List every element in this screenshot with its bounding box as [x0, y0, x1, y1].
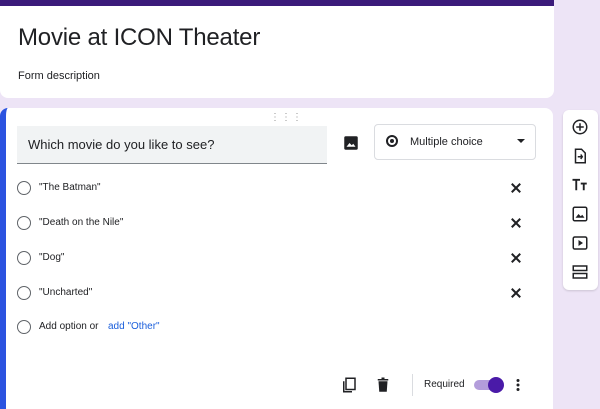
add-video-icon[interactable] [571, 234, 589, 252]
required-label: Required [424, 379, 465, 390]
question-title-field[interactable]: Which movie do you like to see? [17, 126, 327, 164]
question-type-select[interactable]: Multiple choice [374, 124, 536, 160]
radio-icon [17, 181, 31, 195]
close-icon[interactable] [508, 215, 524, 231]
side-toolbar [563, 110, 598, 290]
footer-divider [412, 374, 413, 396]
chevron-down-icon [517, 139, 525, 143]
radio-icon [17, 216, 31, 230]
question-title[interactable]: Which movie do you like to see? [28, 137, 214, 152]
copy-icon[interactable] [340, 376, 358, 394]
form-description[interactable]: Form description [18, 70, 100, 82]
option-label[interactable]: "Uncharted" [39, 287, 92, 298]
add-option-button[interactable]: Add option [39, 321, 87, 332]
more-vert-icon[interactable] [512, 376, 524, 394]
option-row: "Uncharted" [17, 283, 527, 305]
option-label[interactable]: "The Batman" [39, 182, 101, 193]
radio-icon [17, 286, 31, 300]
add-title-icon[interactable] [571, 176, 589, 194]
toggle-thumb [488, 377, 504, 393]
or-label: or [89, 321, 99, 332]
drag-handle-icon[interactable]: ⋮⋮⋮ [270, 112, 303, 123]
option-row: "The Batman" [17, 178, 527, 200]
import-questions-icon[interactable] [571, 147, 589, 165]
close-icon[interactable] [508, 250, 524, 266]
option-row: "Dog" [17, 248, 527, 270]
required-toggle[interactable] [474, 377, 504, 393]
question-type-label: Multiple choice [410, 136, 483, 148]
form-title-card[interactable]: Movie at ICON Theater Form description [0, 0, 554, 98]
add-question-icon[interactable] [571, 118, 589, 136]
option-label[interactable]: "Death on the Nile" [39, 217, 123, 228]
close-icon[interactable] [508, 180, 524, 196]
form-title[interactable]: Movie at ICON Theater [18, 24, 260, 52]
image-icon[interactable] [342, 134, 360, 152]
add-option-row: Add option or add "Other" [17, 317, 527, 339]
radio-button-icon [386, 135, 398, 147]
add-section-icon[interactable] [571, 263, 589, 281]
trash-icon[interactable] [374, 376, 392, 394]
question-card[interactable]: ⋮⋮⋮ Which movie do you like to see? Mult… [0, 108, 553, 409]
add-other-button[interactable]: add "Other" [108, 321, 160, 332]
add-image-icon[interactable] [571, 205, 589, 223]
radio-icon [17, 251, 31, 265]
radio-icon [17, 320, 31, 334]
close-icon[interactable] [508, 285, 524, 301]
option-label[interactable]: "Dog" [39, 252, 64, 263]
option-row: "Death on the Nile" [17, 213, 527, 235]
